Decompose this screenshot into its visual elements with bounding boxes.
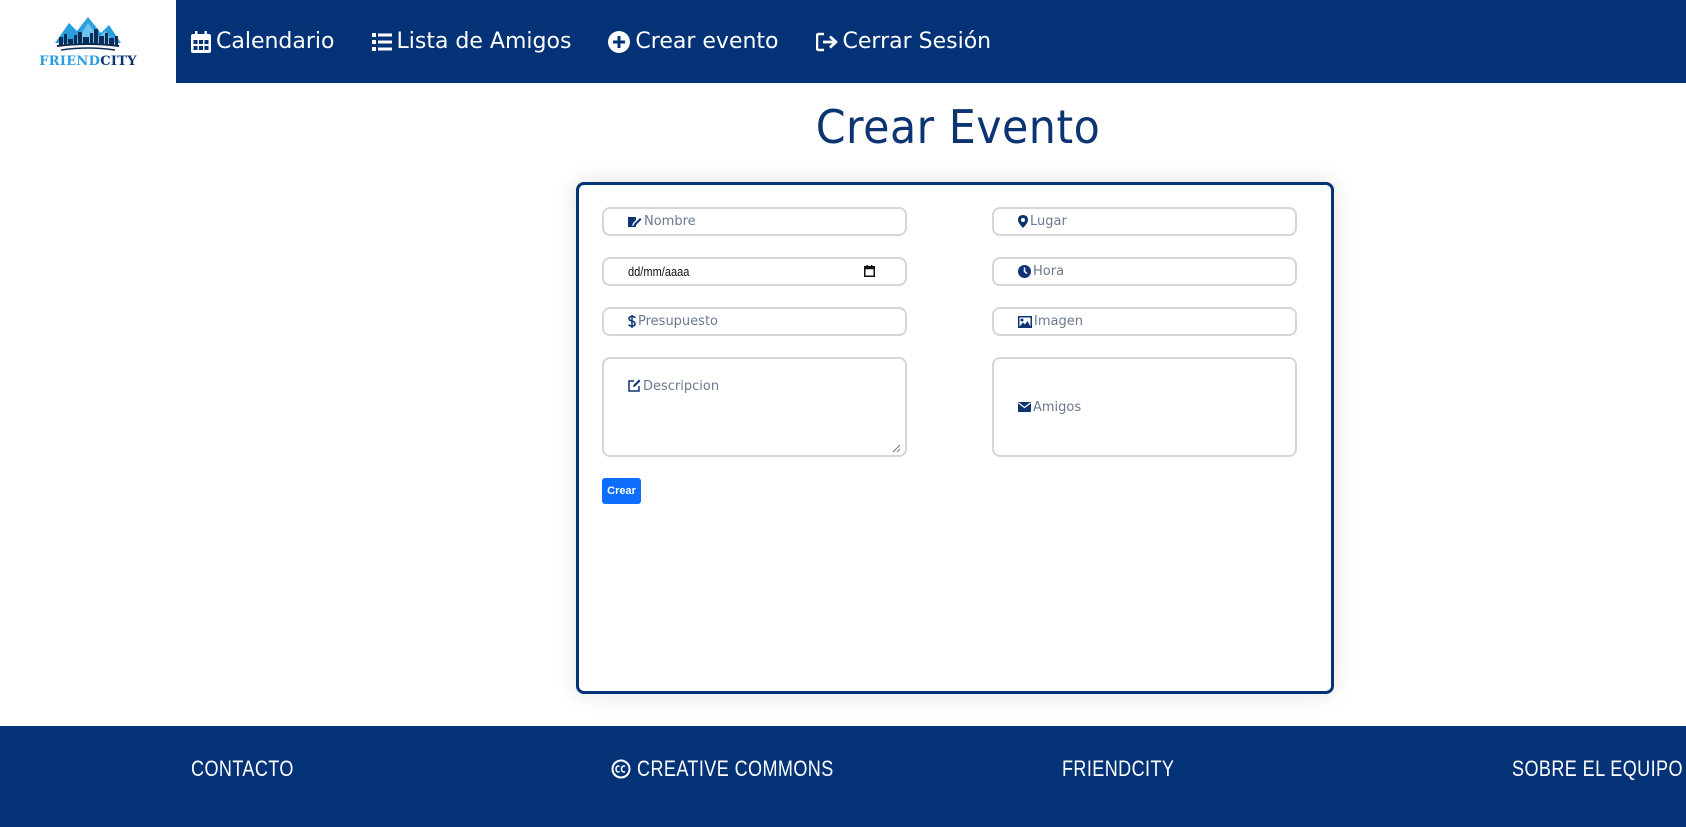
- calendar-icon: [191, 30, 211, 53]
- time-input[interactable]: Hora: [992, 257, 1297, 286]
- description-textarea[interactable]: Descripcion: [602, 357, 907, 457]
- create-event-form: Nombre Lugar dd/mm/aaaa Hora Presupuesto: [576, 182, 1334, 694]
- plus-circle-icon: [608, 30, 631, 53]
- date-picker-icon[interactable]: [864, 265, 875, 277]
- place-placeholder: Lugar: [1030, 214, 1067, 229]
- name-input[interactable]: Nombre: [602, 207, 907, 236]
- date-value: dd/mm/aaaa: [628, 264, 690, 279]
- nav-logout-label: Cerrar Sesión: [842, 29, 992, 54]
- nav-friends-label: Lista de Amigos: [396, 29, 572, 54]
- brand-name-part1: FRIEND: [39, 53, 101, 69]
- place-input[interactable]: Lugar: [992, 207, 1297, 236]
- footer-brand-label: FRIENDCITY: [1062, 756, 1175, 781]
- page-title: Crear Evento: [0, 100, 1686, 154]
- dollar-icon: [628, 315, 636, 328]
- top-navbar: Calendario Lista de Amigos Crear evento …: [176, 0, 1686, 83]
- resize-handle-icon[interactable]: [892, 444, 901, 453]
- edit-icon: [628, 379, 641, 392]
- signature-icon: [628, 216, 642, 227]
- image-input[interactable]: Imagen: [992, 307, 1297, 336]
- brand-name-part2: CITY: [100, 53, 137, 69]
- friends-input[interactable]: Amigos: [992, 357, 1297, 457]
- budget-placeholder: Presupuesto: [638, 314, 718, 329]
- friends-placeholder: Amigos: [1033, 399, 1082, 415]
- name-placeholder: Nombre: [644, 214, 696, 229]
- footer-contact-label: CONTACTO: [191, 756, 294, 781]
- creative-commons-icon: [611, 759, 631, 779]
- footer-team-label: SOBRE EL EQUIPO: [1512, 756, 1683, 781]
- footer-cc-label: CREATIVE COMMONS: [637, 756, 834, 781]
- nav-logout[interactable]: Cerrar Sesión: [815, 29, 992, 54]
- budget-input[interactable]: Presupuesto: [602, 307, 907, 336]
- nav-create-event[interactable]: Crear evento: [608, 29, 779, 54]
- nav-create-label: Crear evento: [635, 29, 779, 54]
- envelope-icon: [1018, 402, 1031, 412]
- description-placeholder: Descripcion: [643, 379, 720, 394]
- nav-calendar-label: Calendario: [216, 29, 335, 54]
- footer-friendcity-link[interactable]: FRIENDCITY: [1062, 756, 1199, 782]
- footer-team-link[interactable]: SOBRE EL EQUIPO: [1512, 756, 1686, 782]
- sign-out-icon: [815, 32, 837, 51]
- create-button[interactable]: Crear: [602, 478, 641, 504]
- nav-friends-list[interactable]: Lista de Amigos: [371, 29, 572, 54]
- footer-creative-commons-link[interactable]: CREATIVE COMMONS: [611, 756, 877, 782]
- page-title-text: Crear Evento: [815, 100, 1101, 154]
- clock-icon: [1018, 265, 1031, 278]
- city-mountain-icon: [55, 16, 121, 51]
- footer-contact-link[interactable]: CONTACTO: [191, 756, 316, 782]
- nav-calendar[interactable]: Calendario: [191, 29, 335, 54]
- footer: CONTACTO CREATIVE COMMONS FRIENDCITY SOB…: [0, 726, 1686, 827]
- time-placeholder: Hora: [1033, 264, 1065, 279]
- image-icon: [1018, 315, 1032, 328]
- brand-logo[interactable]: FRIENDCITY: [0, 0, 176, 83]
- map-pin-icon: [1018, 215, 1028, 228]
- list-icon: [371, 32, 392, 51]
- date-input[interactable]: dd/mm/aaaa: [602, 257, 907, 286]
- brand-name: FRIENDCITY: [39, 54, 137, 69]
- image-placeholder: Imagen: [1034, 314, 1083, 329]
